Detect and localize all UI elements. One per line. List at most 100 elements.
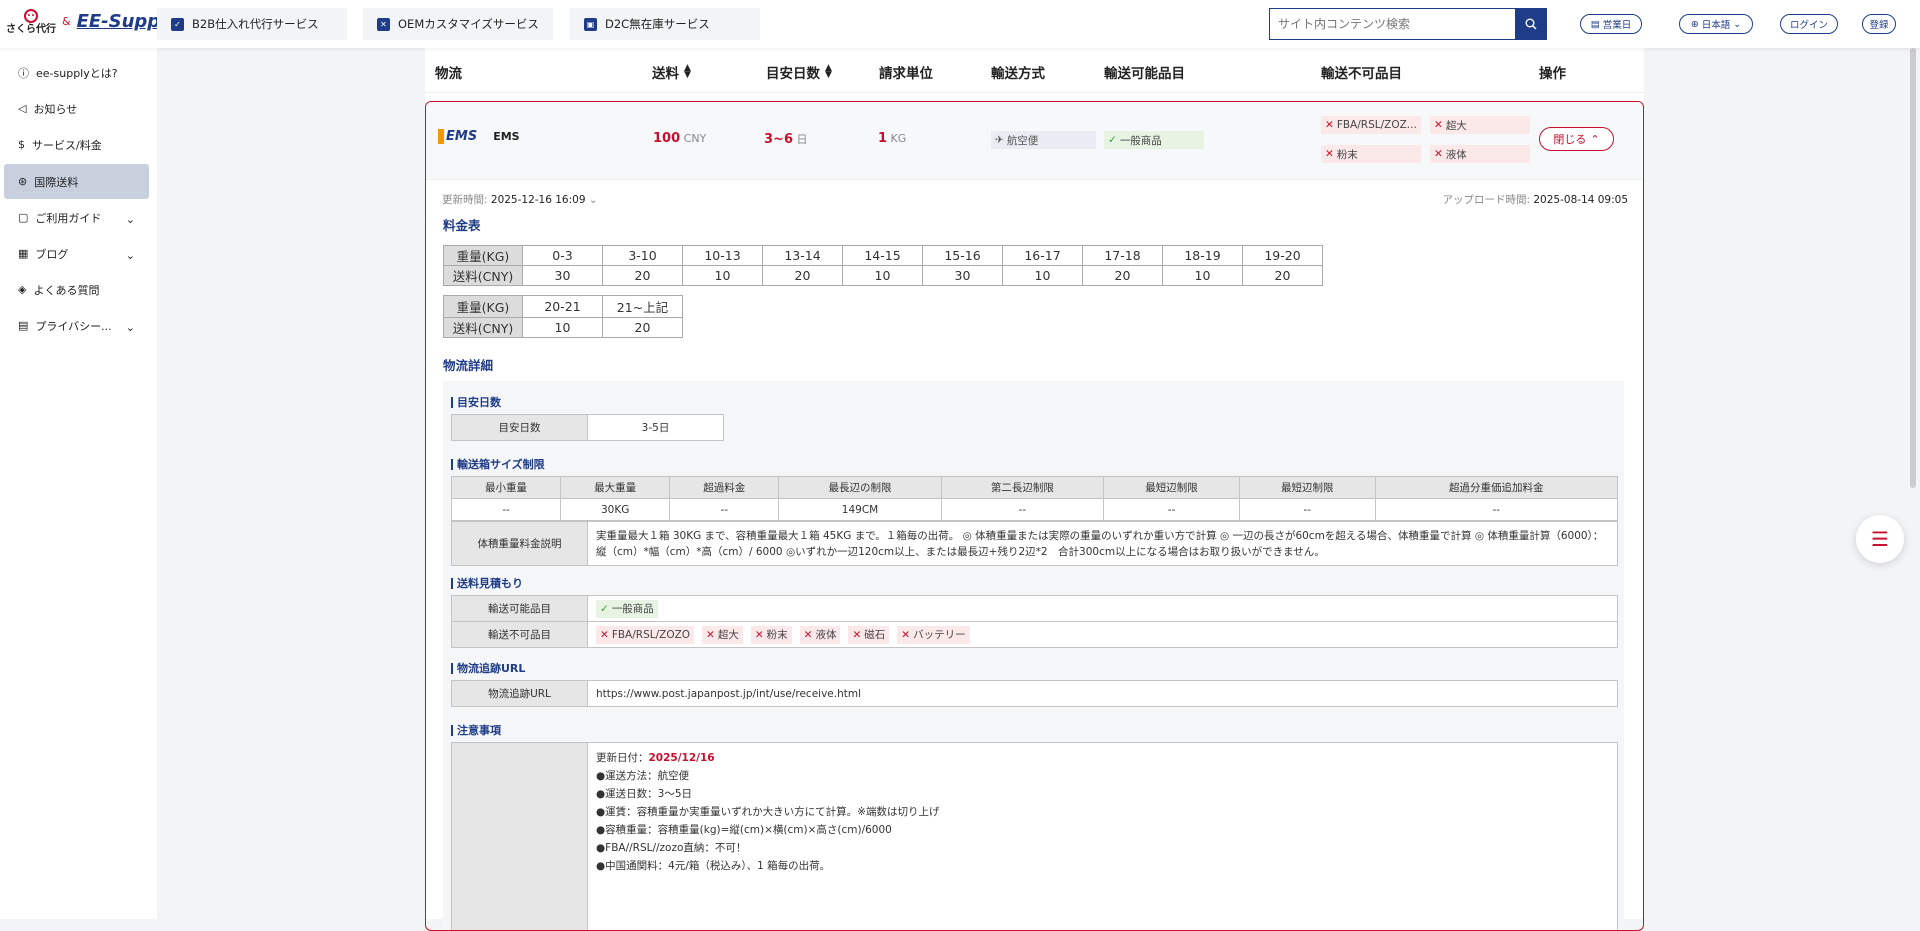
tab-d2c[interactable]: ▣ D2C無在庫サービス xyxy=(570,8,760,40)
tracking-table: 物流追跡URLhttps://www.post.japanpost.jp/int… xyxy=(451,680,1618,707)
language-select[interactable]: ⊕ 日本語 ⌄ xyxy=(1679,14,1753,34)
updated-value: 2025-12-16 16:09 xyxy=(491,194,586,206)
forbidden-badge: ✕超大 xyxy=(1430,116,1530,134)
ems-card: EMS EMS 100 CNY 3~6 日 1 KG ✈ 航空便 ✓ 一般商品 xyxy=(425,101,1644,931)
unit-cell: 1 KG xyxy=(878,131,906,146)
uploaded-label: アップロード時間: xyxy=(1442,194,1530,206)
chevron-down-icon[interactable]: ⌄ xyxy=(589,194,598,206)
notes-content: 更新日付：2025/12/16 ●運送方法：航空便●運送日数：3～5日●運賃：容… xyxy=(588,743,1618,931)
sidebar-item-shipping[interactable]: ⊛ 国際送料 xyxy=(4,164,149,199)
estimate-table: 輸送可能品目✓一般商品 輸送不可品目✕FBA/RSL/ZOZO✕超大✕粉末✕液体… xyxy=(451,595,1618,648)
sidebar: ⓘ ee-supplyとは? ◁ お知らせ $ サービス/料金 ⊛ 国際送料 ▢… xyxy=(0,48,157,919)
sidebar-item-guide[interactable]: ▢ ご利用ガイド ⌄ xyxy=(4,200,149,235)
globe-icon: ⊕ xyxy=(1691,19,1699,30)
guide-icon: ▢ xyxy=(18,211,28,224)
sidebar-item-label: お知らせ xyxy=(33,101,77,117)
carrier-cell: EMS EMS xyxy=(438,129,520,144)
col-days-label: 目安日数 xyxy=(766,62,820,82)
allowed-label: 輸送可能品目 xyxy=(452,596,588,622)
weight-range-cell: 16-17 xyxy=(1003,246,1083,266)
box-size-table: 最小重量最大重量超過料金最長辺の制限第二長辺制限最短辺制限最短辺制限超過分重価追… xyxy=(451,476,1618,521)
box-value-cell: -- xyxy=(1375,499,1617,521)
weight-range-cell: 21~上記 xyxy=(603,296,683,318)
rate-fee-cell: 10 xyxy=(843,266,923,286)
rate-fee-cell: 20 xyxy=(1083,266,1163,286)
rate-fee-cell: 10 xyxy=(523,318,603,338)
volume-text: 実重量最大１箱 30KG まで、容積重量最大１箱 45KG まで。１箱毎の出荷。… xyxy=(588,522,1618,566)
allowed-tag: ✓一般商品 xyxy=(596,600,658,618)
allowed-cell: ✓一般商品 xyxy=(588,596,1618,622)
top-header: さくら代行 & EE-Supply ✓ B2B仕入れ代行サービス ✕ OEMカス… xyxy=(0,0,1920,48)
sidebar-item-blog[interactable]: ▦ ブログ ⌄ xyxy=(4,236,149,271)
tag-label: バッテリー xyxy=(913,627,966,642)
tab-b2b[interactable]: ✓ B2B仕入れ代行サービス xyxy=(157,8,347,40)
business-days-button[interactable]: ▤ 営業日 xyxy=(1580,14,1642,34)
sidebar-item-about[interactable]: ⓘ ee-supplyとは? xyxy=(4,55,149,90)
forbidden-tag: ✕粉末 xyxy=(751,626,792,644)
sidebar-item-faq[interactable]: ◈ よくある質問 xyxy=(4,272,149,307)
tab-oem[interactable]: ✕ OEMカスタマイズサービス xyxy=(363,8,553,40)
rate-fee-cell: 10 xyxy=(1163,266,1243,286)
weight-header: 重量(KG) xyxy=(444,246,523,266)
weight-range-cell: 3-10 xyxy=(603,246,683,266)
search-button[interactable] xyxy=(1515,8,1547,40)
register-button[interactable]: 登録 xyxy=(1862,14,1896,34)
col-method: 輸送方式 xyxy=(991,62,1045,82)
sakura-logo: さくら代行 xyxy=(6,8,56,35)
scrollbar[interactable] xyxy=(1910,48,1916,488)
weight-range-cell: 15-16 xyxy=(923,246,1003,266)
cross-icon: ✕ xyxy=(901,629,910,641)
sidebar-item-label: サービス/料金 xyxy=(32,137,102,153)
days-label: 目安日数 xyxy=(452,415,588,441)
cross-icon: ✕ xyxy=(755,629,764,641)
box-value-cell: -- xyxy=(670,499,779,521)
tracking-url-link[interactable]: https://www.post.japanpost.jp/int/use/re… xyxy=(588,681,1618,707)
forbidden-tag: ✕超大 xyxy=(702,626,743,644)
search-input[interactable] xyxy=(1269,8,1515,40)
blog-icon: ▦ xyxy=(18,247,28,260)
notes-date: 更新日付：2025/12/16 xyxy=(596,749,1609,767)
forbidden-tag: ✕磁石 xyxy=(848,626,889,644)
col-fee[interactable]: 送料▲▼ xyxy=(652,62,691,82)
weight-header: 重量(KG) xyxy=(444,296,523,318)
rate-fee-cell: 30 xyxy=(923,266,1003,286)
col-days[interactable]: 目安日数▲▼ xyxy=(766,62,832,82)
notes-list: ●運送方法：航空便●運送日数：3～5日●運賃：容積重量か実重量いずれか大きい方に… xyxy=(596,767,1609,875)
cross-icon: ✕ xyxy=(1434,148,1443,160)
close-button[interactable]: 閉じる ⌃ xyxy=(1539,127,1614,151)
box-header-cell: 最長辺の制限 xyxy=(779,477,941,499)
rate-fee-cell: 20 xyxy=(603,318,683,338)
weight-range-cell: 20-21 xyxy=(523,296,603,318)
forbidden-label: 粉末 xyxy=(1337,147,1358,162)
volume-table: 体積重量料金説明実重量最大１箱 30KG まで、容積重量最大１箱 45KG まで… xyxy=(451,521,1618,566)
rate-fee-cell: 30 xyxy=(523,266,603,286)
sakura-icon xyxy=(21,8,41,24)
fee-header: 送料(CNY) xyxy=(444,266,523,286)
sidebar-toggle-button[interactable]: ☰ xyxy=(1856,515,1904,563)
days-value: 3-5日 xyxy=(588,415,724,441)
sidebar-item-label: ee-supplyとは? xyxy=(36,65,118,81)
tag-label: 粉末 xyxy=(767,627,788,642)
sidebar-item-label: ご利用ガイド xyxy=(35,210,101,226)
sidebar-item-services[interactable]: $ サービス/料金 xyxy=(4,127,149,162)
chevron-down-icon: ⌄ xyxy=(126,213,135,226)
table-row: EMS EMS 100 CNY 3~6 日 1 KG ✈ 航空便 ✓ 一般商品 xyxy=(426,102,1642,180)
close-label: 閉じる xyxy=(1553,131,1586,147)
sort-icon: ▲▼ xyxy=(684,65,691,79)
fee-value: 100 xyxy=(653,131,680,146)
forbidden-label: 輸送不可品目 xyxy=(452,622,588,648)
sidebar-item-privacy[interactable]: ▤ プライバシー... ⌄ xyxy=(4,308,149,343)
col-unit: 請求単位 xyxy=(879,62,933,82)
table-header: 物流 送料▲▼ 目安日数▲▼ 請求単位 輸送方式 輸送可能品目 輸送不可品目 操… xyxy=(425,48,1644,93)
tag-label: FBA/RSL/ZOZO xyxy=(612,629,690,641)
login-button[interactable]: ログイン xyxy=(1780,14,1838,34)
site-logo[interactable]: さくら代行 & EE-Supply xyxy=(6,8,178,35)
sidebar-item-news[interactable]: ◁ お知らせ xyxy=(4,91,149,126)
fee-cell: 100 CNY xyxy=(653,131,706,146)
notes-date-label: 更新日付： xyxy=(596,752,649,764)
weight-range-cell: 19-20 xyxy=(1243,246,1323,266)
weight-range-cell: 0-3 xyxy=(523,246,603,266)
business-days-label: 営業日 xyxy=(1603,17,1632,31)
language-label: 日本語 xyxy=(1702,17,1731,31)
check-icon: ✓ xyxy=(600,603,609,615)
